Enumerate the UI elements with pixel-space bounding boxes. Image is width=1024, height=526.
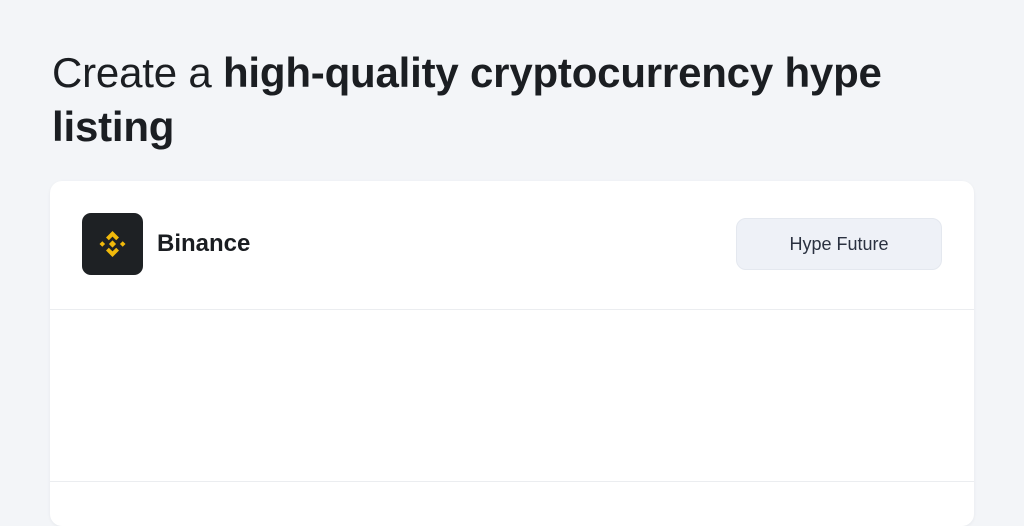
card-divider: [50, 481, 974, 482]
page-title-lead: Create a: [52, 49, 223, 96]
listing-card: Binance Hype Future: [50, 181, 974, 526]
listing-card-body: [50, 310, 974, 481]
hype-future-button[interactable]: Hype Future: [736, 218, 942, 270]
page-title: Create a high-quality cryptocurrency hyp…: [52, 46, 972, 154]
exchange-name: Binance: [157, 230, 251, 257]
listing-card-header: Binance Hype Future: [50, 181, 974, 310]
binance-logo-icon: [82, 213, 143, 275]
